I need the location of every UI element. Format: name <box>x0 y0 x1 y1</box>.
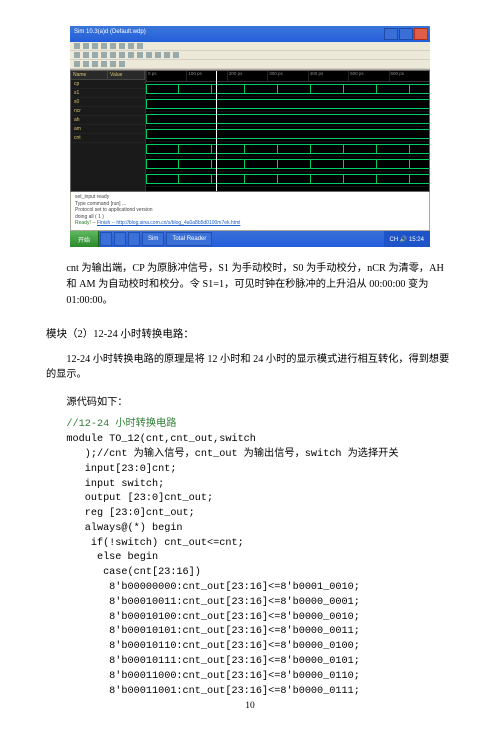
time-ruler: 0 ps 100 ps 200 ps 300 ps 400 ps 500 ps … <box>146 71 429 82</box>
signal-row[interactable]: ah <box>71 116 145 125</box>
system-tray[interactable]: CH 🔊 15:24 <box>384 231 431 247</box>
signal-row[interactable]: am <box>71 125 145 134</box>
code-block: //12-24 小时转换电路 module TO_12(cnt,cnt_out,… <box>66 418 454 699</box>
signal-row[interactable]: s1 <box>71 89 145 98</box>
task-item[interactable] <box>114 232 126 246</box>
signal-row[interactable]: cp <box>71 80 145 89</box>
window-titlebar: Sim 10.3(a)d (Default.wdp) <box>70 26 430 42</box>
console-panel: set_input ready Type command [run] ... P… <box>70 192 430 231</box>
window-controls <box>384 28 428 40</box>
page: Sim 10.3(a)d (Default.wdp) Name Value cp… <box>0 0 500 731</box>
col-value: Value <box>108 71 145 79</box>
section-title: 模块（2）12-24 小时转换电路： <box>46 326 454 341</box>
start-button[interactable]: 开始 <box>70 231 99 247</box>
waveform-canvas[interactable]: 0 ps 100 ps 200 ps 300 ps 400 ps 500 ps … <box>146 71 429 191</box>
task-item[interactable]: Total Reader <box>166 232 212 246</box>
close-icon[interactable] <box>414 28 428 40</box>
minimize-icon[interactable] <box>384 28 398 40</box>
waveform-workspace: Name Value cp s1 s0 ncr ah am cnt 0 ps 1… <box>70 70 430 192</box>
task-item[interactable]: Sim <box>142 232 164 246</box>
code-comment: //12-24 小时转换电路 <box>66 419 176 430</box>
console-link[interactable]: Finish -- http://blog.sina.com.cn/s/blog… <box>97 220 240 226</box>
signal-row[interactable]: cnt <box>71 134 145 143</box>
source-label: 源代码如下： <box>66 393 454 408</box>
task-item[interactable] <box>128 232 140 246</box>
maximize-icon[interactable] <box>399 28 413 40</box>
section-description: 12-24 小时转换电路的原理是将 12 小时和 24 小时的显示模式进行相互转… <box>46 352 454 384</box>
signal-panel: Name Value cp s1 s0 ncr ah am cnt <box>71 71 146 191</box>
taskbar: 开始 Sim Total Reader CH 🔊 15:24 <box>70 231 430 247</box>
toolbar <box>70 42 430 70</box>
window-title: Sim 10.3(a)d (Default.wdp) <box>70 26 430 38</box>
page-number: 10 <box>46 701 454 711</box>
signal-row[interactable]: s0 <box>71 98 145 107</box>
signal-row[interactable]: ncr <box>71 107 145 116</box>
task-item[interactable] <box>100 232 112 246</box>
simulator-screenshot: Sim 10.3(a)d (Default.wdp) Name Value cp… <box>70 26 430 247</box>
cursor-line[interactable] <box>216 71 217 191</box>
col-name: Name <box>71 71 108 79</box>
paragraph-explanation: cnt 为输出端，CP 为原脉冲信号，S1 为手动校时，S0 为手动校分，nCR… <box>66 261 454 308</box>
